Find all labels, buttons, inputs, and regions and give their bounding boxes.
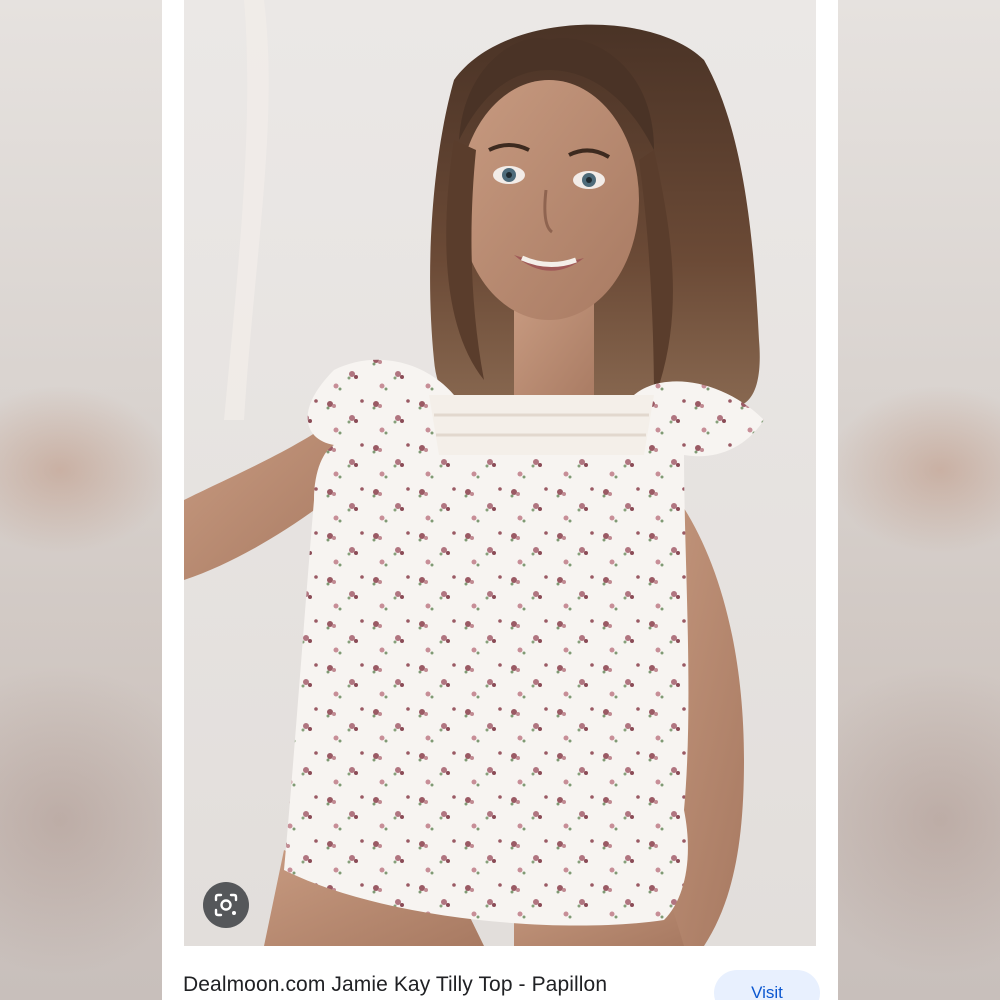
product-photo[interactable]	[184, 0, 816, 946]
google-lens-icon	[213, 892, 239, 918]
image-result-card: Dealmoon.com Jamie Kay Tilly Top - Papil…	[162, 0, 838, 1000]
result-caption: Dealmoon.com Jamie Kay Tilly Top - Papil…	[162, 946, 838, 1000]
visit-button[interactable]: Visit	[714, 970, 820, 1000]
google-lens-button[interactable]	[203, 882, 249, 928]
photo-illustration	[184, 0, 816, 946]
result-title[interactable]: Dealmoon.com Jamie Kay Tilly Top - Papil…	[183, 973, 607, 997]
image-viewer: Dealmoon.com Jamie Kay Tilly Top - Papil…	[0, 0, 1000, 1000]
